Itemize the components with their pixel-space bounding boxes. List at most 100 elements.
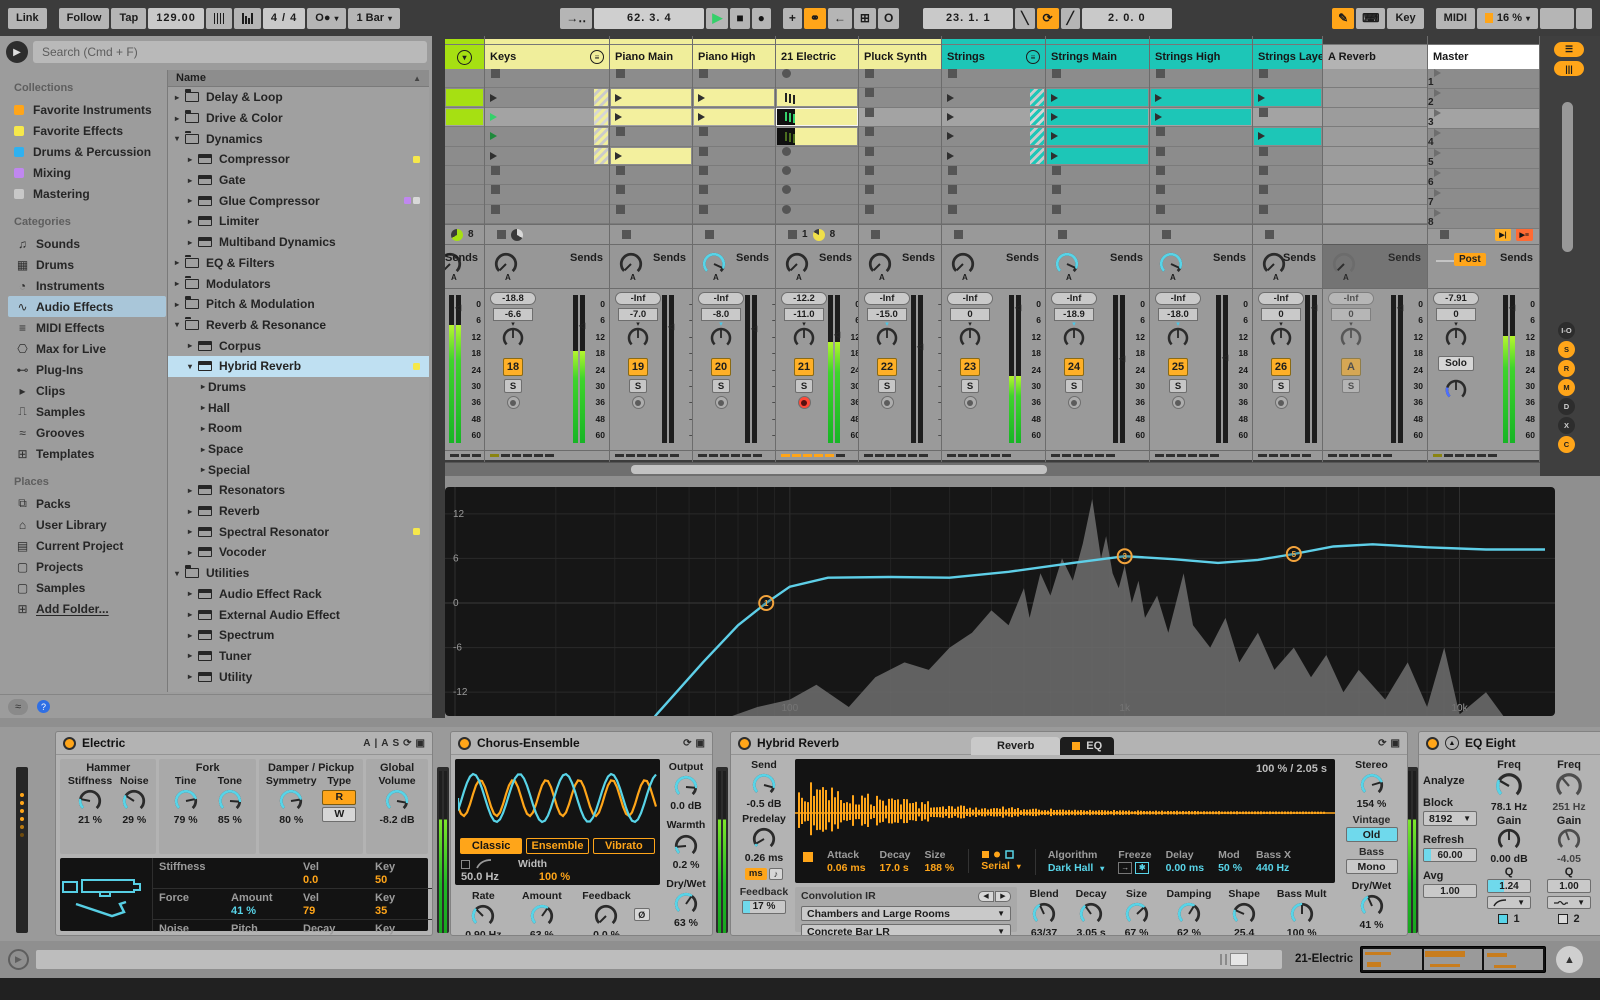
- group-clip[interactable]: [486, 128, 608, 145]
- clip-play-icon[interactable]: [490, 93, 497, 102]
- chevron-right-icon[interactable]: ▸: [185, 176, 195, 185]
- attack-value[interactable]: 0.06 ms: [827, 862, 866, 875]
- clip-play-icon[interactable]: [490, 132, 497, 141]
- track-activator[interactable]: 25: [1168, 358, 1188, 376]
- clip-play-icon[interactable]: [1258, 93, 1265, 102]
- browser-fold-icon[interactable]: ▶: [6, 41, 28, 63]
- param-cell[interactable]: Pitch42 %: [231, 923, 303, 935]
- play-button[interactable]: ▶: [706, 7, 729, 29]
- Amount-knob[interactable]: [529, 903, 555, 929]
- clip-slot[interactable]: [859, 204, 941, 224]
- Stereo-knob[interactable]: [1359, 772, 1385, 798]
- post-toggle[interactable]: Post: [1454, 253, 1486, 266]
- freeze-in-icon[interactable]: →: [1118, 862, 1133, 875]
- group-fold-icon[interactable]: ▾: [457, 49, 472, 65]
- list-item[interactable]: ▸ Utility: [168, 666, 429, 687]
- pan-knob[interactable]: ▾: [709, 321, 733, 353]
- chevron-right-icon[interactable]: ▸: [198, 382, 208, 391]
- Dry/Wet-knob[interactable]: [673, 891, 699, 917]
- sidebar-item-instruments[interactable]: ◔ Instruments: [8, 275, 166, 296]
- feedback-value[interactable]: 17 %: [742, 899, 786, 914]
- Bass Mult-knob[interactable]: [1289, 901, 1315, 927]
- cpu-meter[interactable]: 16 % ▾: [1476, 7, 1538, 29]
- solo-button[interactable]: S: [1169, 379, 1187, 393]
- punch-in-icon[interactable]: ╲: [1015, 7, 1035, 29]
- group-clip[interactable]: [943, 128, 1044, 145]
- clip-slot[interactable]: [1046, 146, 1149, 166]
- clip-slot[interactable]: [610, 88, 692, 108]
- clip-play-icon[interactable]: [947, 132, 954, 141]
- chevron-right-icon[interactable]: ▸: [198, 424, 208, 433]
- Damping-knob[interactable]: [1176, 901, 1202, 927]
- clip-stop-row[interactable]: [1150, 224, 1252, 244]
- link-button[interactable]: Link: [8, 7, 47, 29]
- clip-stop-row[interactable]: [942, 224, 1045, 244]
- Predelay-knob[interactable]: [751, 826, 777, 852]
- clip-slot[interactable]: [942, 165, 1045, 186]
- scrollbar-thumb[interactable]: [631, 465, 1048, 474]
- clip-play-icon[interactable]: [615, 93, 622, 102]
- record-button[interactable]: ●: [751, 7, 771, 29]
- sidebar-item-clips[interactable]: ▸ Clips: [8, 380, 166, 401]
- param-knob[interactable]: [1554, 771, 1584, 801]
- chevron-down-icon[interactable]: ▾: [172, 320, 182, 329]
- param-knob[interactable]: [1494, 771, 1524, 801]
- pan-knob[interactable]: ▾: [626, 321, 650, 353]
- midi-map-button[interactable]: MIDI: [1435, 7, 1475, 29]
- loop-button[interactable]: ⟳: [1036, 7, 1059, 29]
- chevron-right-icon[interactable]: ▸: [172, 258, 182, 267]
- Blend-knob[interactable]: [1031, 901, 1057, 927]
- clip-slot[interactable]: [610, 69, 692, 89]
- clip-slot[interactable]: [445, 88, 484, 108]
- follow-button[interactable]: Follow: [58, 7, 110, 29]
- list-item[interactable]: ▸ EQ & Filters: [168, 253, 429, 274]
- group-clip[interactable]: [943, 108, 1044, 126]
- ab-compare-a[interactable]: A: [363, 738, 370, 749]
- Dry/Wet-knob[interactable]: [1359, 893, 1385, 919]
- draw-mode-icon[interactable]: ✎: [1332, 7, 1355, 29]
- clip-slot[interactable]: [693, 204, 775, 224]
- device-on-toggle[interactable]: [738, 736, 751, 750]
- chevron-right-icon[interactable]: ▸: [185, 610, 195, 619]
- clip-slot[interactable]: [610, 127, 692, 147]
- prev-ir-button[interactable]: ◀: [978, 890, 994, 902]
- show-hide-device-chain-icon[interactable]: ▲: [1556, 946, 1583, 973]
- clip-slot[interactable]: [693, 127, 775, 147]
- tab-reverb[interactable]: Reverb: [971, 737, 1061, 755]
- list-item[interactable]: ▸ Multiband Dynamics: [168, 232, 429, 253]
- volume-marker-icon[interactable]: ◁: [1397, 303, 1403, 312]
- clip-slot[interactable]: [445, 69, 484, 89]
- clip-stop-row[interactable]: [1253, 224, 1322, 244]
- clip-stop-row[interactable]: 18: [776, 224, 858, 244]
- sidebar-item-plug-ins[interactable]: ⊷ Plug-Ins: [8, 359, 166, 380]
- track-header[interactable]: 21 Electric: [776, 44, 858, 69]
- Stiffness-knob[interactable]: [77, 788, 103, 814]
- mixer-toggle-x[interactable]: X: [1558, 417, 1575, 434]
- clip-play-icon[interactable]: [1051, 132, 1058, 141]
- list-item[interactable]: ▸ Drums: [168, 377, 429, 398]
- sidebar-item-grooves[interactable]: ≈ Grooves: [8, 422, 166, 443]
- chevron-right-icon[interactable]: ▸: [185, 507, 195, 516]
- audio-clip[interactable]: [777, 89, 857, 106]
- Symmetry-knob[interactable]: [278, 788, 304, 814]
- clip-slot[interactable]: [942, 107, 1045, 128]
- pan-knob[interactable]: ▾: [875, 321, 899, 353]
- clip-play-icon[interactable]: [1155, 112, 1162, 121]
- clip-slot[interactable]: [1046, 69, 1149, 89]
- sidebar-item-samples[interactable]: ▢ Samples: [8, 577, 166, 598]
- clip-slot[interactable]: [1323, 69, 1427, 89]
- clip[interactable]: [446, 108, 483, 126]
- clip-slot[interactable]: [485, 146, 609, 166]
- sidebar-item-packs[interactable]: ⧉ Packs: [8, 493, 166, 514]
- chevron-right-icon[interactable]: ▸: [185, 217, 195, 226]
- clip-slot[interactable]: [693, 69, 775, 89]
- chevron-right-icon[interactable]: ▸: [185, 589, 195, 598]
- clip-slot[interactable]: 3: [1428, 109, 1539, 129]
- list-item[interactable]: ▸ Space: [168, 439, 429, 460]
- clip-slot[interactable]: 8: [1428, 209, 1539, 229]
- clip-slot[interactable]: [1323, 165, 1427, 186]
- list-item[interactable]: ▸ Resonators: [168, 480, 429, 501]
- track-header[interactable]: A Reverb: [1323, 44, 1427, 69]
- clip-slot[interactable]: [859, 146, 941, 166]
- clip-play-icon[interactable]: [947, 151, 954, 160]
